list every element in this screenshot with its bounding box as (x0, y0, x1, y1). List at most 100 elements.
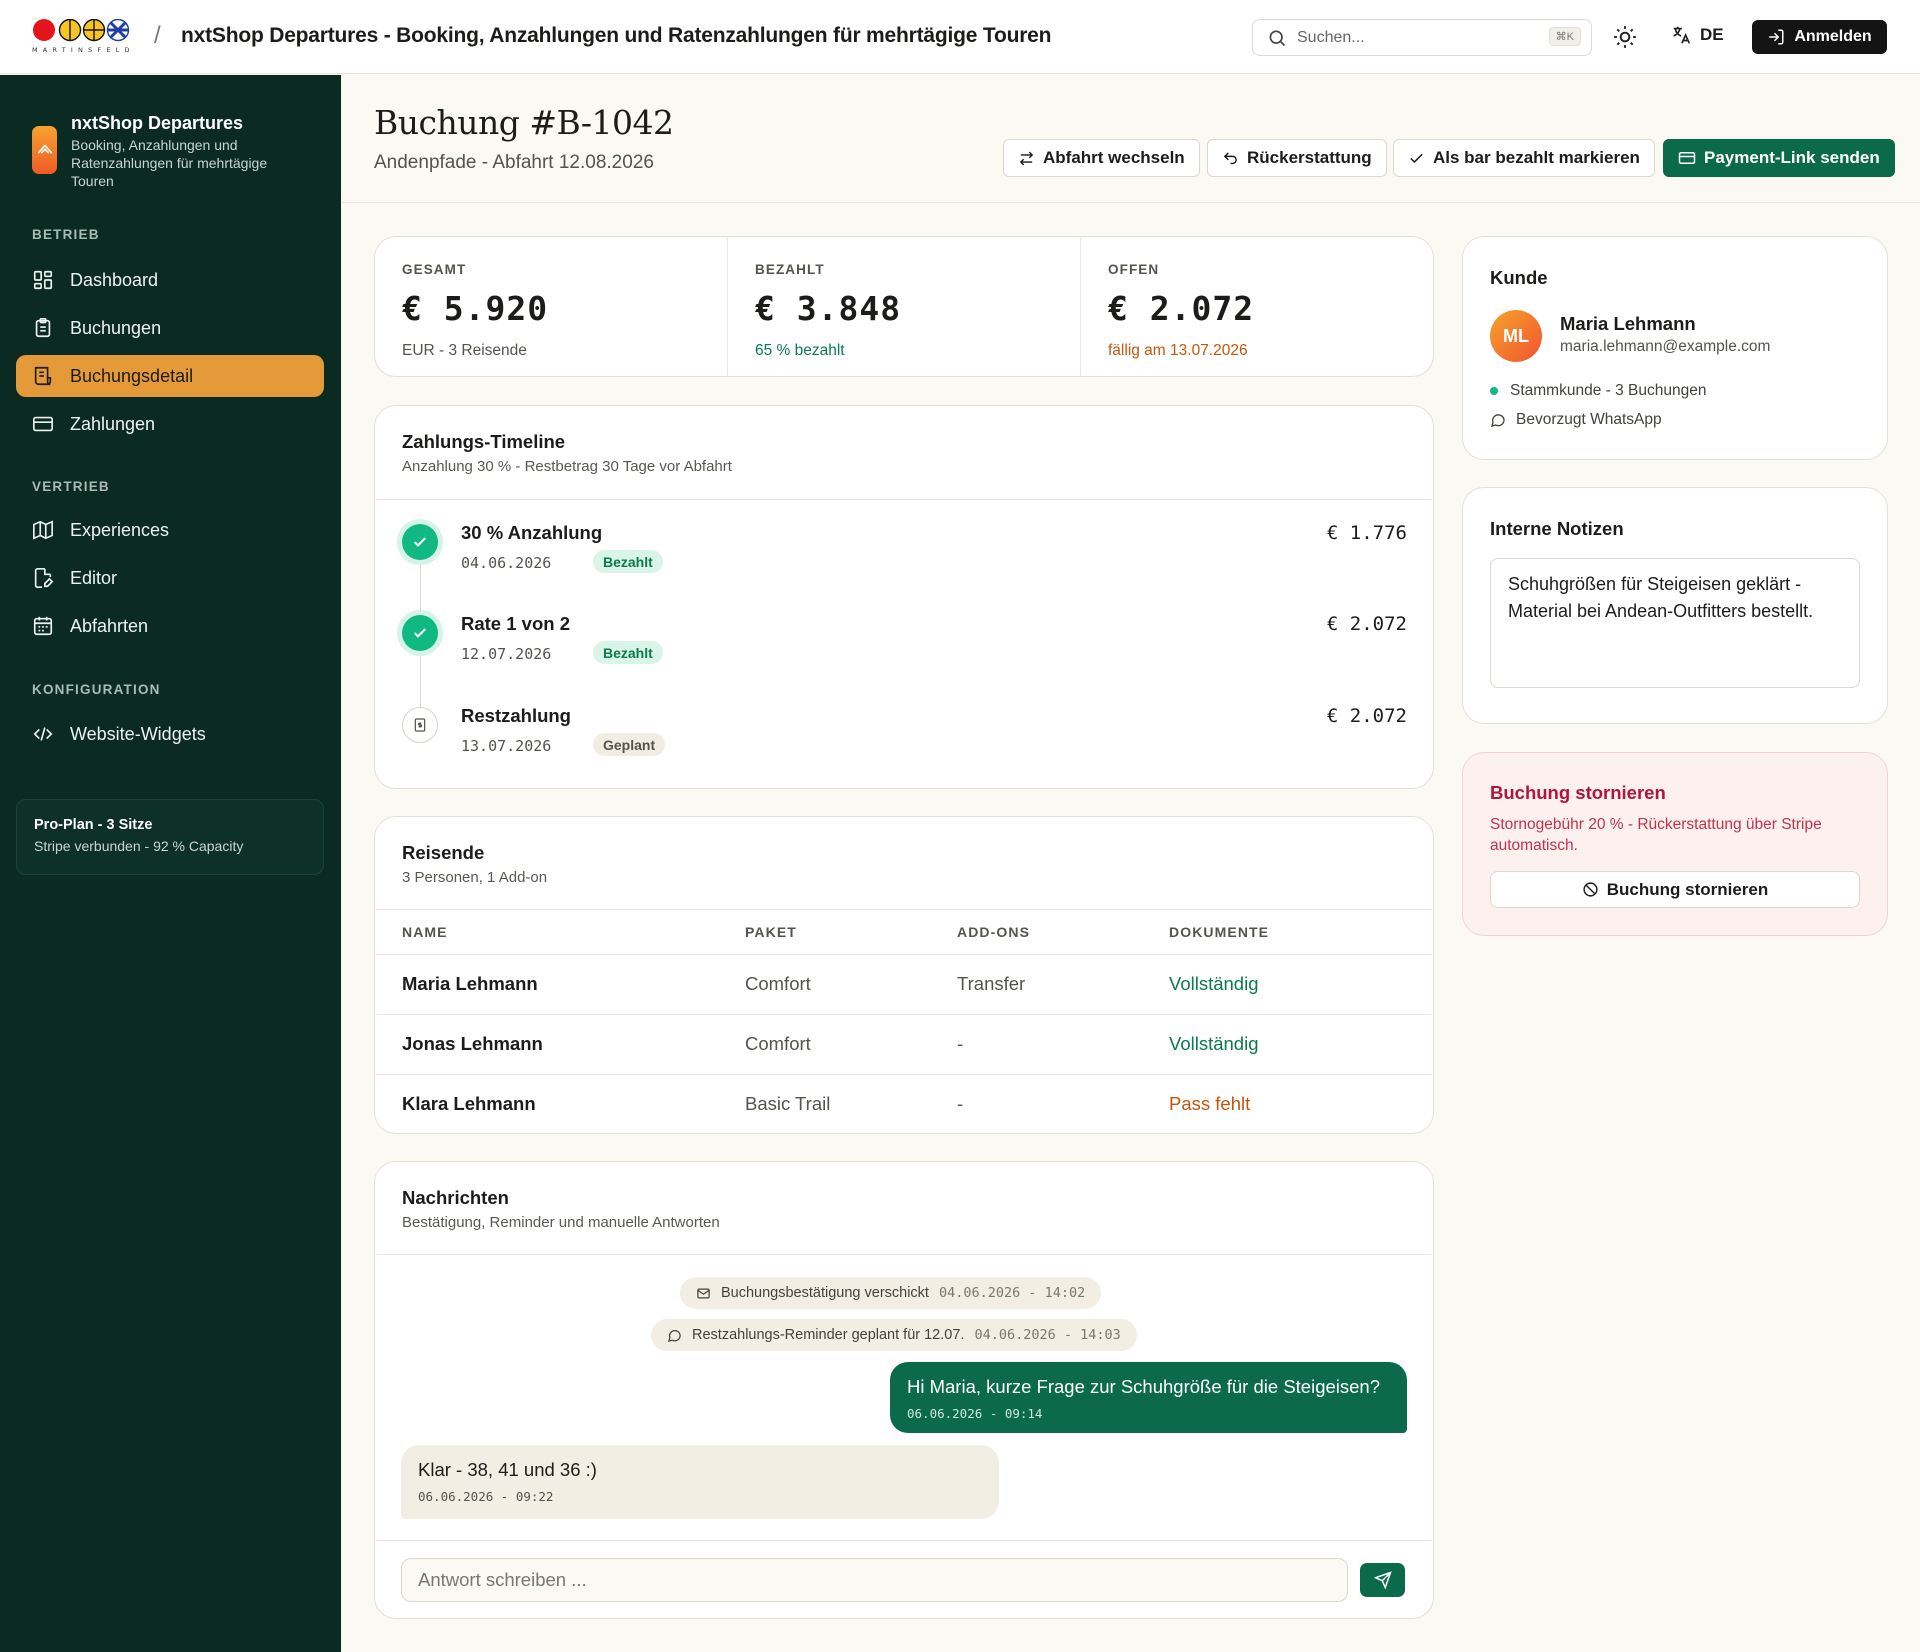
status-badge: Geplant (593, 733, 666, 756)
installment-date: 12.07.2026 (461, 645, 552, 663)
sidebar-item-zahlungen[interactable]: Zahlungen (16, 403, 324, 445)
customer-email[interactable]: maria.lehmann@example.com (1560, 338, 1770, 356)
sidebar-item-label: Experiences (70, 519, 170, 540)
cancel-booking-button[interactable]: Buchung stornieren (1490, 871, 1860, 908)
table-row[interactable]: Jonas Lehmann Comfort - Vollständig (375, 1013, 1433, 1074)
sidebar-item-buchungsdetail[interactable]: Buchungsdetail (16, 355, 324, 397)
customer-status-text: Stammkunde - 3 Buchungen (1510, 382, 1707, 399)
dashboard-icon (33, 270, 53, 290)
stat-note: EUR - 3 Reisende (402, 342, 527, 359)
installment-amount: € 2.072 (1326, 705, 1407, 727)
sidebar-item-dashboard[interactable]: Dashboard (16, 259, 324, 301)
table-row[interactable]: Maria Lehmann Comfort Transfer Vollständ… (375, 953, 1433, 1014)
brand-logo (32, 126, 57, 174)
switch-departure-button[interactable]: Abfahrt wechseln (1003, 139, 1200, 177)
search-input[interactable] (1297, 28, 1537, 47)
send-payment-link-label: Payment-Link senden (1704, 148, 1880, 167)
customer-status: Stammkunde - 3 Buchungen (1490, 382, 1706, 400)
sidebar-item-website-widgets[interactable]: Website-Widgets (16, 713, 324, 755)
installment-date: 13.07.2026 (461, 737, 552, 755)
undo-icon (1223, 151, 1237, 164)
installment-name: 30 % Anzahlung (461, 522, 603, 543)
system-event-chip: Restzahlungs-Reminder geplant für 12.07.… (651, 1319, 1137, 1351)
mail-icon (697, 1288, 710, 1298)
traveler-addons: - (957, 1073, 1169, 1133)
traveler-package: Basic Trail (745, 1073, 957, 1133)
stat-total: GESAMT € 5.920 EUR - 3 Reisende (375, 237, 728, 376)
sidebar-item-label: Abfahrten (70, 615, 149, 636)
card-subtitle: Anzahlung 30 % - Restbetrag 30 Tage vor … (402, 458, 732, 475)
stat-value: € 5.920 (402, 289, 549, 328)
payment-timeline-card: Zahlungs-Timeline Anzahlung 30 % - Restb… (374, 405, 1434, 789)
nav-section-konfiguration: KONFIGURATION (32, 682, 161, 697)
timeline-item[interactable]: 30 % Anzahlung 04.06.2026 Bezahlt € 1.77… (402, 520, 1407, 590)
table-row[interactable]: Klara Lehmann Basic Trail - Pass fehlt (375, 1073, 1433, 1133)
sidebar-item-buchungen[interactable]: Buchungen (16, 307, 324, 349)
event-time: 04.06.2026 - 14:02 (938, 1285, 1086, 1301)
search-icon (1269, 30, 1286, 46)
plan-card[interactable]: Pro-Plan - 3 Sitze Stripe verbunden - 92… (16, 799, 324, 875)
receipt-icon (34, 366, 52, 386)
refund-button[interactable]: Rückerstattung (1207, 139, 1387, 177)
map-icon (33, 520, 53, 540)
sidebar-item-label: Dashboard (70, 269, 159, 290)
company-logo[interactable]: MARTINSFELD (32, 19, 138, 55)
card-header: Nachrichten Bestätigung, Reminder und ma… (375, 1162, 1433, 1255)
search-field[interactable]: ⌘K (1252, 19, 1592, 56)
travelers-table: NAME PAKET ADD-ONS DOKUMENTE Maria Lehma… (375, 910, 1433, 1133)
sidebar: nxtShop Departures Booking, Anzahlungen … (0, 75, 341, 1652)
document-dollar-icon (414, 718, 426, 732)
send-payment-link-button[interactable]: Payment-Link senden (1663, 139, 1895, 177)
page-header: Buchung #B-1042 Andenpfade - Abfahrt 12.… (342, 75, 1920, 203)
stat-note: fällig am 13.07.2026 (1108, 342, 1248, 359)
message-text: Hi Maria, kurze Frage zur Schuhgröße für… (907, 1376, 1380, 1397)
cancel-description: Stornogebühr 20 % - Rückerstattung über … (1490, 816, 1822, 854)
stat-note: 65 % bezahlt (755, 342, 845, 359)
cancel-booking-card: Buchung stornieren Stornogebühr 20 % - R… (1462, 752, 1888, 936)
travelers-card: Reisende 3 Personen, 1 Add-on NAME PAKET… (374, 816, 1434, 1134)
top-bar: MARTINSFELD / nxtShop Departures - Booki… (0, 0, 1920, 74)
reply-input[interactable] (401, 1558, 1348, 1602)
login-label: Anmelden (1794, 28, 1872, 45)
stat-open: OFFEN € 2.072 fällig am 13.07.2026 (1081, 237, 1433, 376)
installment-date: 04.06.2026 (461, 554, 552, 572)
installment-name: Rate 1 von 2 (461, 613, 570, 634)
customer-card: Kunde ML Maria Lehmann maria.lehmann@exa… (1462, 236, 1888, 460)
send-message-button[interactable] (1360, 1563, 1405, 1597)
plan-subtitle: Stripe verbunden - 92 % Capacity (34, 838, 244, 854)
composer-divider (375, 1540, 1433, 1541)
search-shortcut-hint: ⌘K (1548, 27, 1581, 46)
language-switcher[interactable]: DE (1670, 24, 1724, 46)
internal-notes-card: Interne Notizen Schuhgrößen für Steigeis… (1462, 487, 1888, 724)
sidebar-item-label: Zahlungen (70, 413, 156, 434)
nav-section-vertrieb: VERTRIEB (32, 479, 110, 494)
mark-cash-paid-button[interactable]: Als bar bezahlt markieren (1393, 139, 1655, 177)
sun-icon (1614, 26, 1636, 48)
app-title: nxtShop Departures - Booking, Anzahlunge… (181, 24, 1052, 47)
table-header-row: NAME PAKET ADD-ONS DOKUMENTE (375, 910, 1433, 954)
traveler-name: Maria Lehmann (375, 953, 745, 1014)
message-text: Klar - 38, 41 und 36 :) (418, 1459, 597, 1480)
outgoing-message[interactable]: Hi Maria, kurze Frage zur Schuhgröße für… (890, 1362, 1407, 1433)
timeline-item[interactable]: Rate 1 von 2 12.07.2026 Bezahlt € 2.072 (402, 611, 1407, 681)
traveler-addons: - (957, 1013, 1169, 1074)
check-icon (1410, 153, 1423, 163)
card-title: Reisende (402, 842, 485, 863)
sidebar-item-editor[interactable]: Editor (16, 557, 324, 599)
page-title: Buchung #B-1042 (374, 103, 674, 142)
incoming-message[interactable]: Klar - 38, 41 und 36 :) 06.06.2026 - 09:… (401, 1445, 999, 1519)
message-circle-icon (1491, 414, 1505, 427)
message-time: 06.06.2026 - 09:14 (907, 1406, 1043, 1421)
language-label: DE (1700, 25, 1724, 44)
status-dot-paid (402, 615, 438, 651)
brand-subtitle: Booking, Anzahlungen und Ratenzahlungen … (71, 137, 268, 189)
message-circle-icon (667, 1329, 681, 1342)
timeline-item[interactable]: Restzahlung 13.07.2026 Geplant € 2.072 (402, 703, 1407, 773)
login-button[interactable]: Anmelden (1752, 20, 1887, 54)
sidebar-item-abfahrten[interactable]: Abfahrten (16, 605, 324, 647)
theme-toggle-button[interactable] (1612, 24, 1638, 50)
sidebar-item-experiences[interactable]: Experiences (16, 509, 324, 551)
stat-label: BEZAHLT (755, 262, 825, 277)
plan-title: Pro-Plan - 3 Sitze (34, 817, 153, 833)
notes-textarea[interactable]: Schuhgrößen für Steigeisen geklärt - Mat… (1490, 558, 1860, 688)
